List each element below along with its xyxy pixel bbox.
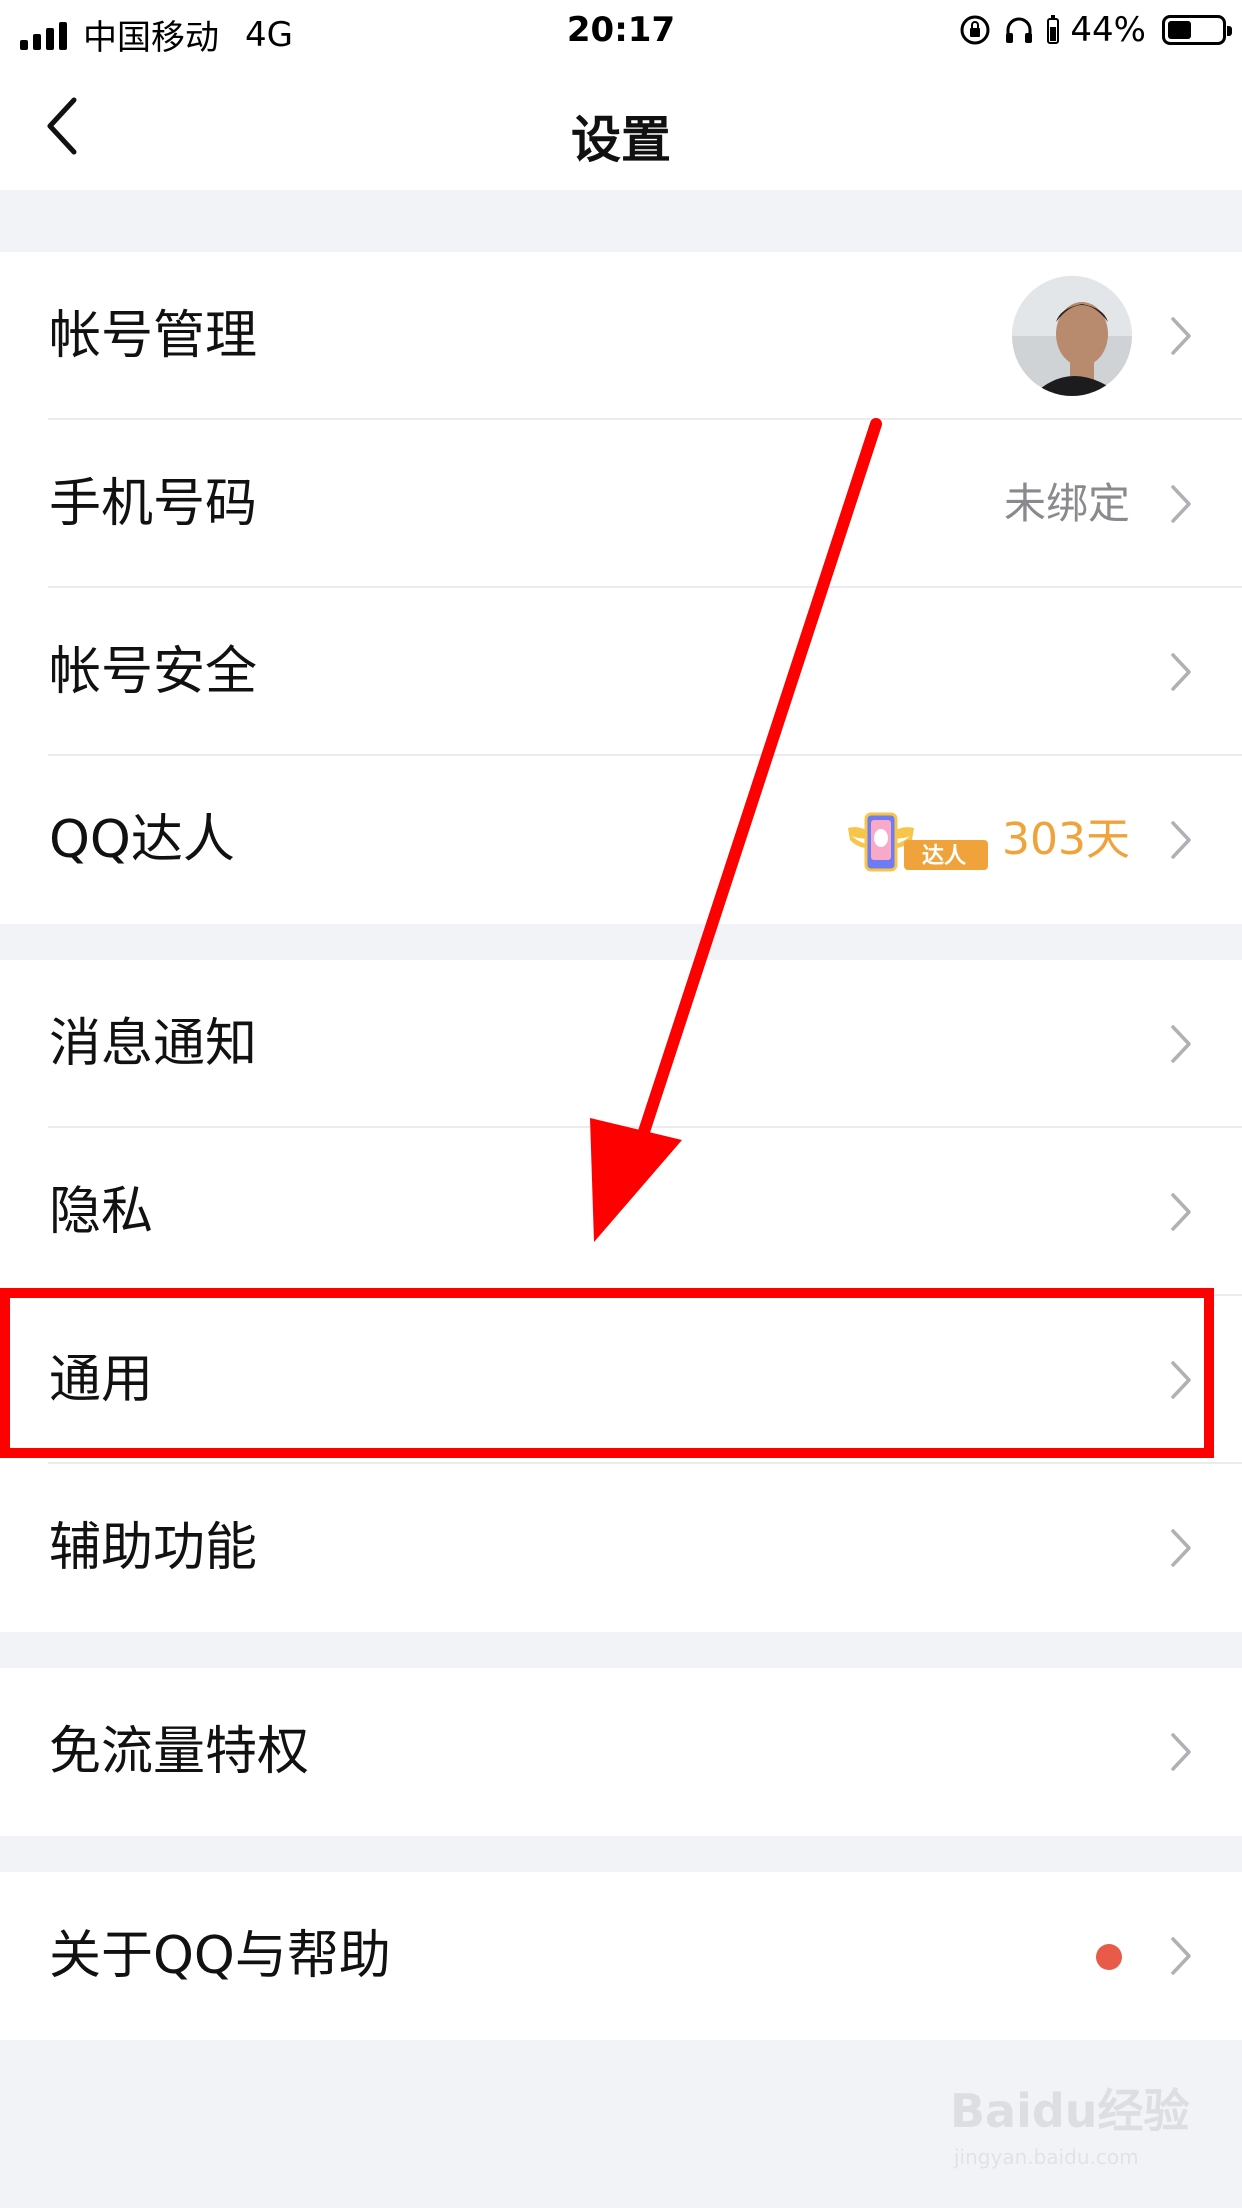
list-item-account-management[interactable]: 帐号管理: [0, 252, 1242, 420]
chevron-right-icon: [1171, 317, 1191, 355]
chevron-right-icon: [1171, 1733, 1191, 1771]
list-item-label: 帐号管理: [49, 306, 258, 366]
list-item-qq-talent[interactable]: QQ达人 达人 303天: [0, 756, 1242, 924]
highlight-box: [0, 1288, 1214, 1458]
list-item-free-data[interactable]: 免流量特权: [0, 1668, 1242, 1836]
list-item-about-help[interactable]: 关于QQ与帮助: [0, 1872, 1242, 2040]
qq-talent-badge-text: 达人: [922, 844, 966, 869]
list-item-label: 帐号安全: [49, 642, 258, 702]
list-item-account-security[interactable]: 帐号安全: [0, 588, 1242, 756]
list-item-label: 消息通知: [49, 1014, 258, 1074]
page-title: 设置: [571, 111, 671, 169]
list-item-label: 手机号码: [49, 474, 258, 534]
list-item-phone-number[interactable]: 手机号码 未绑定: [0, 420, 1242, 588]
about-group: 关于QQ与帮助: [0, 1872, 1242, 2040]
list-item-label: 辅助功能: [49, 1518, 258, 1578]
chevron-right-icon: [1171, 653, 1191, 691]
list-item-privacy[interactable]: 隐私: [0, 1128, 1242, 1296]
notification-dot: [1096, 1944, 1122, 1970]
account-group: 帐号管理 手机号码 未绑定 帐号安全 QQ达人 达人 303天: [0, 252, 1242, 924]
chevron-right-icon: [1171, 1025, 1191, 1063]
chevron-right-icon: [1171, 1937, 1191, 1975]
chevron-right-icon: [1171, 1193, 1191, 1231]
qq-talent-days: 303天: [1002, 814, 1130, 865]
list-item-label: QQ达人: [49, 810, 235, 870]
list-item-accessibility[interactable]: 辅助功能: [0, 1464, 1242, 1632]
watermark-url: jingyan.baidu.com: [954, 2145, 1139, 2169]
phone-status-value: 未绑定: [1003, 479, 1130, 528]
status-bar: 中国移动 4G 20:17 44%: [0, 0, 1242, 64]
chevron-right-icon: [1171, 1529, 1191, 1567]
rotation-lock-icon: [960, 15, 990, 45]
chevron-right-icon: [1171, 485, 1191, 523]
nav-bar: 设置: [0, 64, 1242, 190]
battery-icon: [1162, 15, 1232, 45]
watermark: Baidu经验 jingyan.baidu.com: [950, 2075, 1190, 2185]
avatar: [1012, 276, 1132, 396]
battery-fill: [1168, 21, 1191, 39]
headphones-icon: [1006, 17, 1033, 43]
traffic-group: 免流量特权: [0, 1668, 1242, 1836]
list-item-label: 隐私: [49, 1182, 154, 1242]
list-item-notifications[interactable]: 消息通知: [0, 960, 1242, 1128]
status-right: 44%: [958, 10, 1232, 50]
headphone-battery-icon: [1047, 15, 1060, 44]
chevron-right-icon: [1171, 821, 1191, 859]
battery-percent: 44%: [1070, 10, 1146, 50]
list-item-label: 关于QQ与帮助: [49, 1926, 391, 1986]
watermark-logo: Baidu经验: [950, 2084, 1190, 2138]
qq-talent-badge-icon: 达人: [848, 812, 988, 872]
list-item-label: 免流量特权: [49, 1722, 310, 1782]
